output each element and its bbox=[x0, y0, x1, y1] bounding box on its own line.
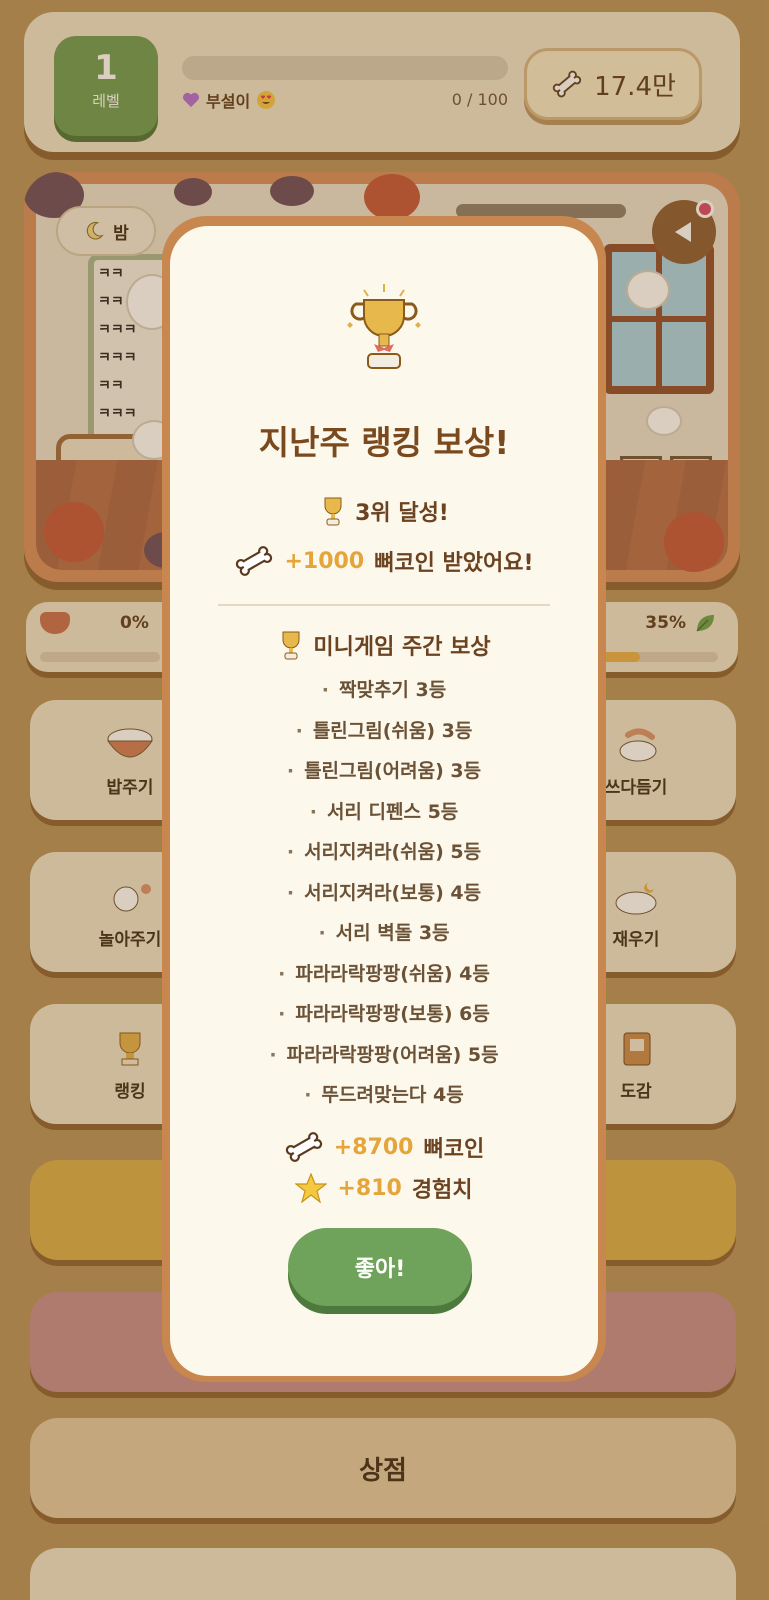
bullet: · bbox=[309, 800, 317, 823]
coin-reward-text: 뼈코인 받았어요! bbox=[374, 551, 534, 576]
bone-icon bbox=[236, 546, 273, 576]
list-item-text: 서리지켜라(쉬움) 5등 bbox=[304, 841, 482, 863]
bullet: · bbox=[286, 841, 295, 863]
list-item: · 뚜드려맞는다 4등 bbox=[170, 1075, 598, 1116]
minigame-reward-list: · 짝맞추기 3등 · 틀린그림(쉬움) 3등 · 틀린그림(어려움) 3등 · 서리 … bbox=[170, 670, 598, 1116]
coin-reward-amount: +1000 bbox=[284, 548, 365, 574]
list-item-text: 뚜드려맞는다 4등 bbox=[321, 1084, 464, 1106]
minigame-section-title: 미니게임 주간 보상 bbox=[170, 628, 598, 662]
coin-reward-line: +1000 뼈코인 받았어요! bbox=[170, 544, 598, 578]
list-item: · 파라라락팡팡(어려움) 5등 bbox=[170, 1035, 598, 1076]
bullet: · bbox=[278, 1003, 286, 1025]
list-item: · 파라라락팡팡(보통) 6등 bbox=[170, 994, 598, 1035]
total-xp-label: 경험치 bbox=[411, 1178, 473, 1203]
bullet: · bbox=[269, 1043, 277, 1066]
bullet: · bbox=[318, 922, 326, 944]
trophy-icon bbox=[347, 284, 421, 369]
weekly-ranking-reward-dialog: 지난주 랭킹 보상! 3위 달성! +1000 뼈코인 받았어요! 미니게임 주… bbox=[170, 226, 598, 1376]
list-item: · 틀린그림(어려움) 3등 bbox=[170, 751, 598, 792]
total-coin-label: 뼈코인 bbox=[423, 1137, 485, 1162]
game-screen: 1 레벨 부설이 0 / 100 17.4만 ㅋㅋ ㅋㅋ ㅋㅋㅋ ㅋㅋㅋ ㅋㅋ … bbox=[0, 0, 769, 1600]
total-xp-reward: +810 경험치 bbox=[170, 1172, 598, 1204]
list-item: · 서리 벽돌 3등 bbox=[170, 913, 598, 954]
bullet: · bbox=[286, 760, 295, 782]
star-icon bbox=[295, 1173, 328, 1203]
rank-achievement-line: 3위 달성! bbox=[170, 494, 598, 528]
bullet: · bbox=[295, 719, 303, 742]
list-item-text: 파라라락팡팡(어려움) 5등 bbox=[286, 1043, 499, 1066]
bullet: · bbox=[304, 1084, 312, 1106]
list-item-text: 짝맞추기 3등 bbox=[338, 679, 447, 701]
confirm-button[interactable]: 좋아! bbox=[288, 1228, 472, 1306]
list-item-text: 서리 디펜스 5등 bbox=[326, 800, 459, 823]
small-trophy-icon bbox=[282, 631, 300, 660]
small-trophy-icon bbox=[324, 497, 342, 526]
list-item: · 파라라락팡팡(쉬움) 4등 bbox=[170, 954, 598, 995]
list-item-text: 틀린그림(쉬움) 3등 bbox=[312, 719, 473, 742]
total-xp-amount: +810 bbox=[337, 1175, 402, 1201]
list-item-text: 틀린그림(어려움) 3등 bbox=[304, 760, 482, 782]
list-item: · 서리지켜라(쉬움) 5등 bbox=[170, 832, 598, 873]
bullet: · bbox=[286, 881, 295, 904]
bullet: · bbox=[278, 962, 286, 985]
minigame-title-text: 미니게임 주간 보상 bbox=[313, 635, 491, 660]
list-item-text: 파라라락팡팡(쉬움) 4등 bbox=[295, 962, 490, 985]
bullet: · bbox=[321, 679, 329, 701]
list-item-text: 서리 벽돌 3등 bbox=[335, 922, 450, 944]
list-item: · 짝맞추기 3등 bbox=[170, 670, 598, 711]
list-item: · 틀린그림(쉬움) 3등 bbox=[170, 711, 598, 752]
total-coin-amount: +8700 bbox=[333, 1134, 414, 1160]
dialog-title: 지난주 랭킹 보상! bbox=[258, 423, 510, 462]
list-item-text: 파라라락팡팡(보통) 6등 bbox=[295, 1003, 490, 1025]
list-item: · 서리 디펜스 5등 bbox=[170, 792, 598, 833]
section-divider bbox=[218, 604, 550, 606]
bone-icon bbox=[285, 1132, 322, 1162]
list-item-text: 서리지켜라(보통) 4등 bbox=[304, 881, 482, 904]
list-item: · 서리지켜라(보통) 4등 bbox=[170, 873, 598, 914]
rank-text: 3위 달성! bbox=[355, 501, 449, 526]
total-coin-reward: +8700 뼈코인 bbox=[170, 1130, 598, 1164]
